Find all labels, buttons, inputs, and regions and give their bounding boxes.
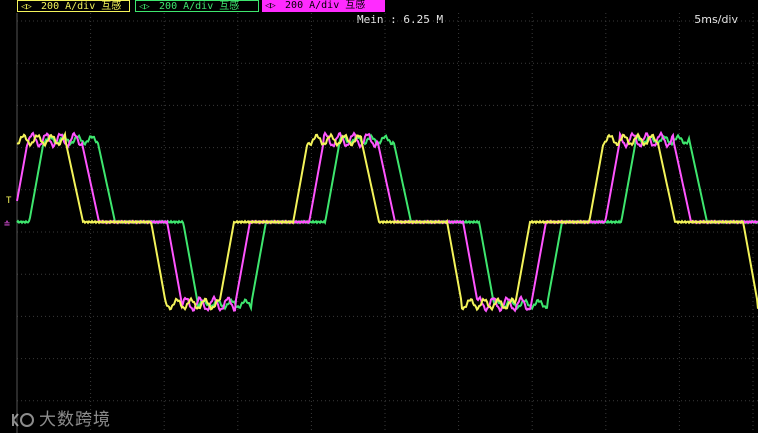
waveform-yellow: [16, 130, 758, 312]
oscilloscope-screen: ◁▷ 200 A/div 互感 ◁▷ 200 A/div 互感 ◁▷ 200 A…: [0, 0, 758, 433]
channel-reference-marker[interactable]: ≐: [4, 219, 10, 230]
waveform-plot: [16, 13, 758, 433]
watermark-text: 大数跨境: [39, 410, 111, 430]
watermark: 大数跨境: [10, 405, 111, 430]
watermark-logo-icon: [12, 413, 34, 427]
trigger-level-marker[interactable]: T: [6, 196, 11, 206]
waveform-traces: [16, 130, 758, 313]
